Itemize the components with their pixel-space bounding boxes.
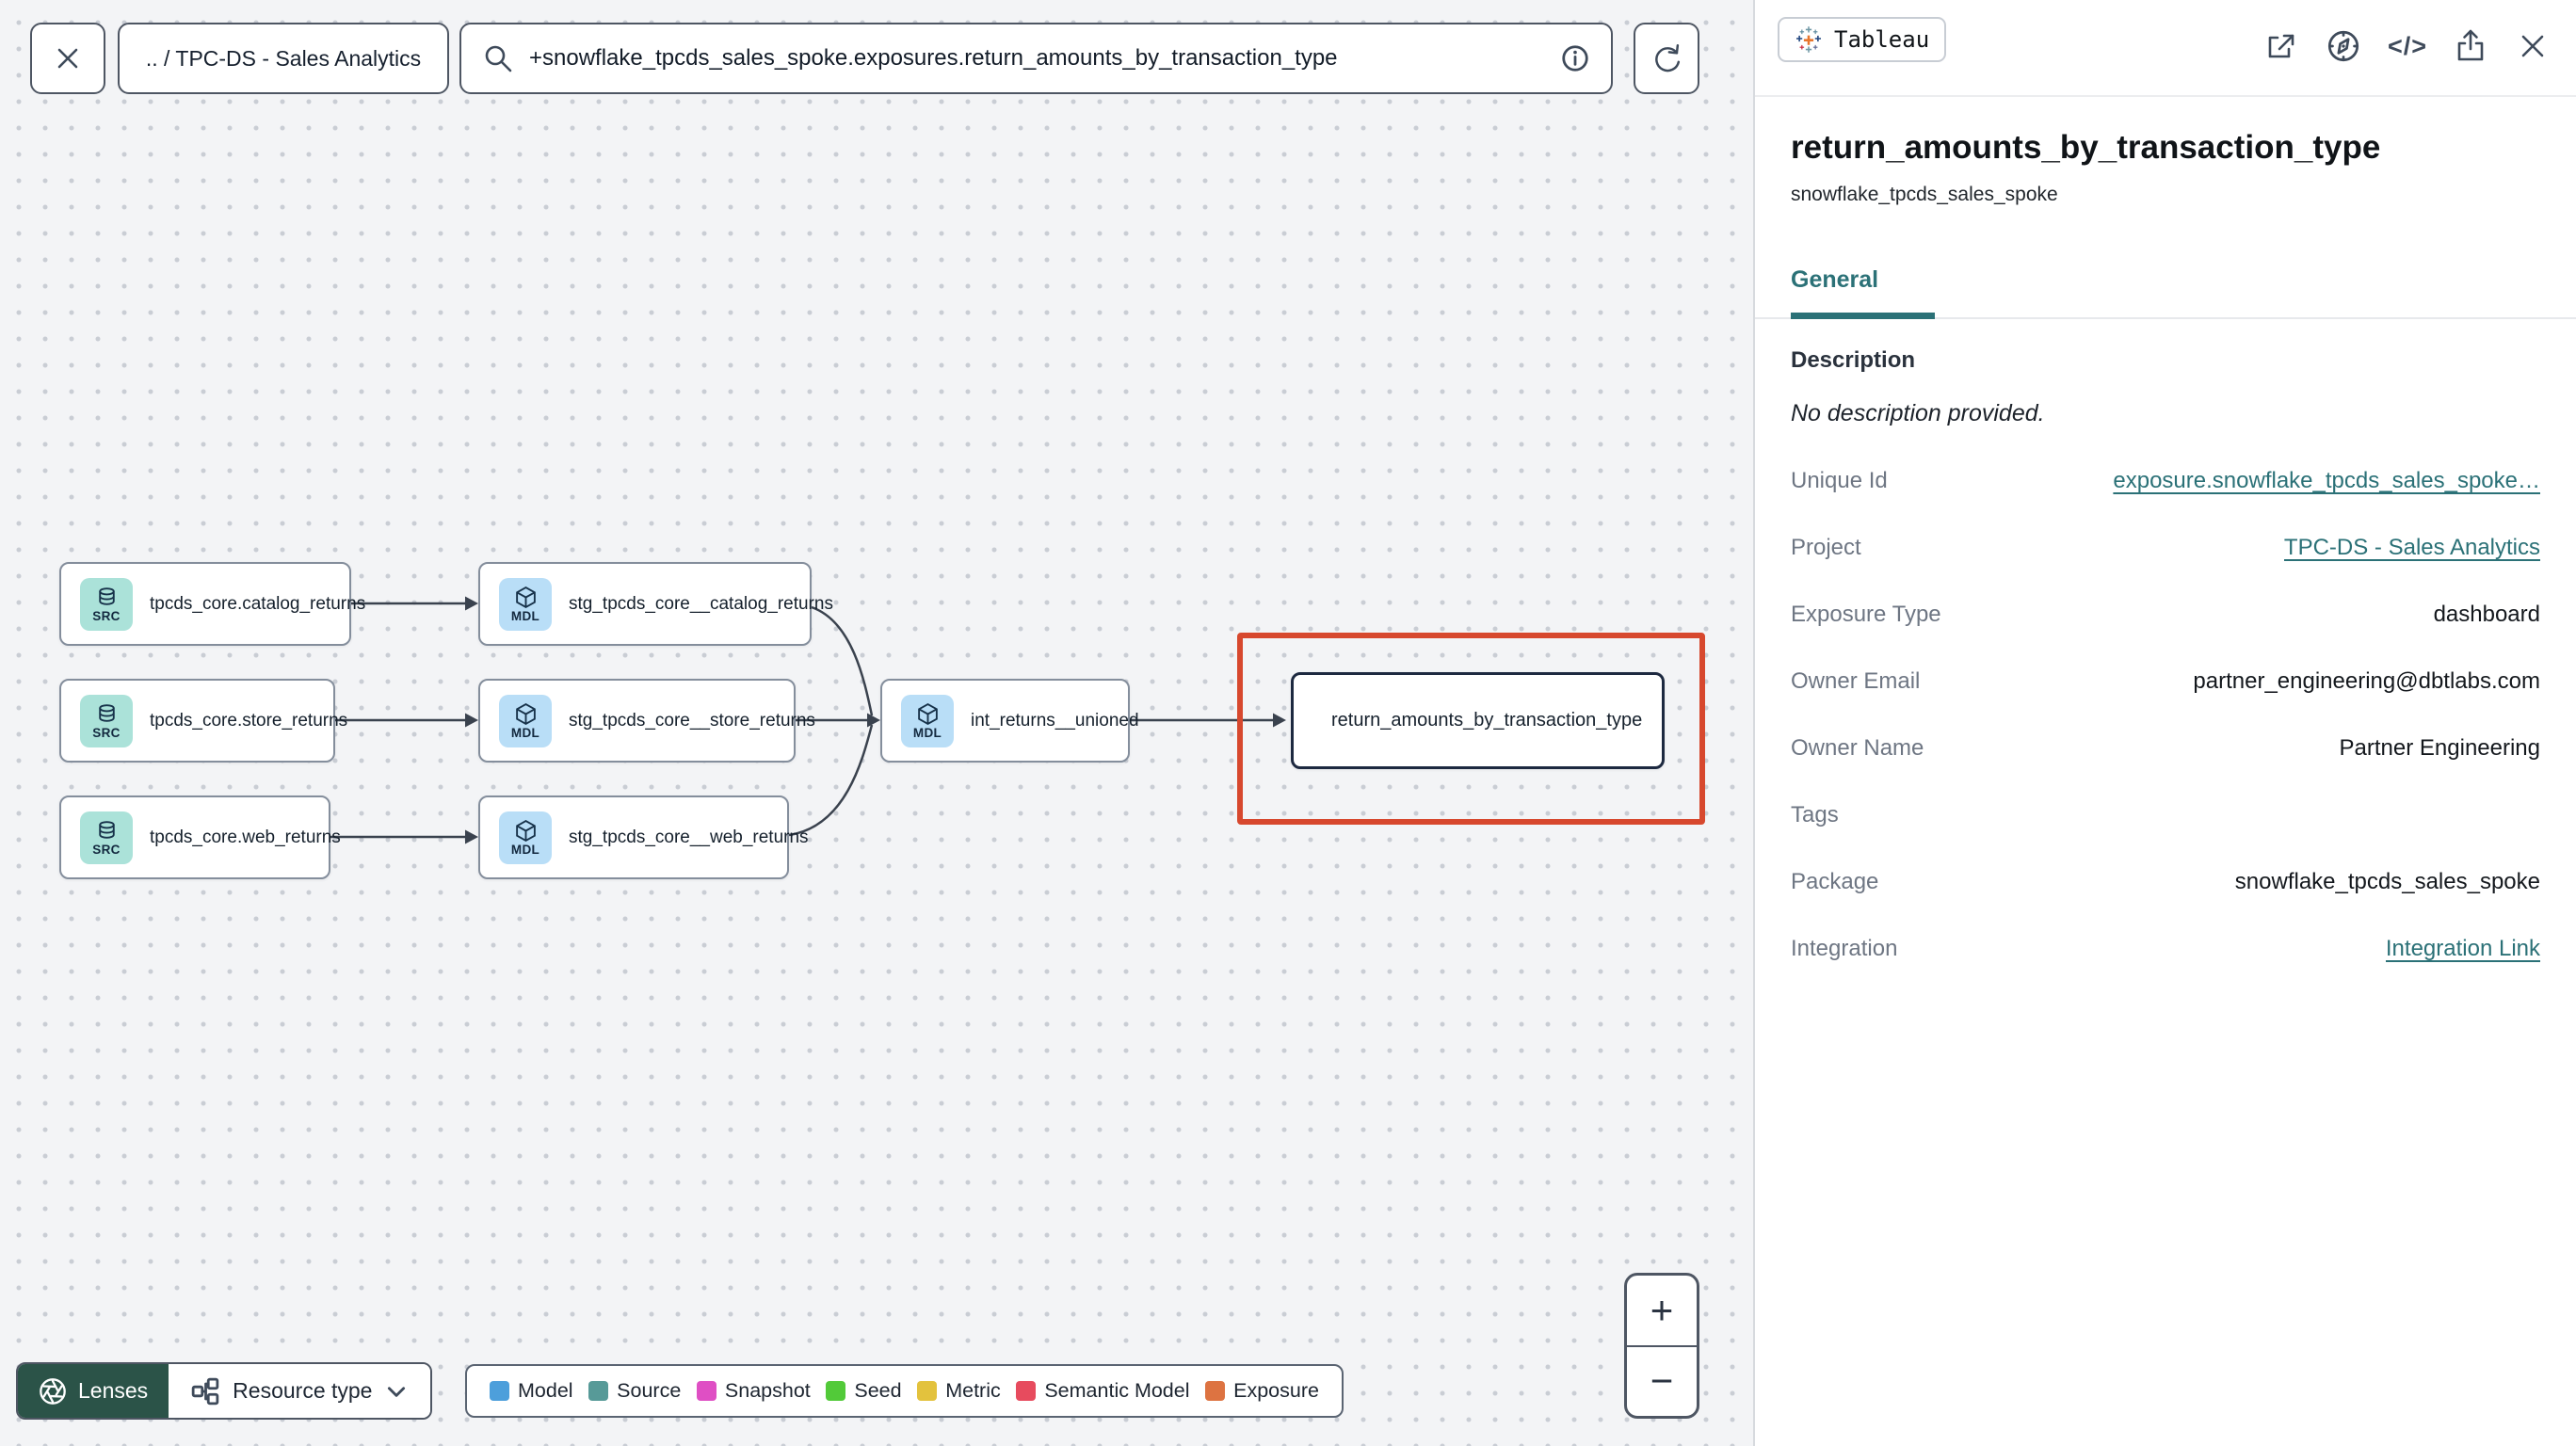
graph-node-stg-catalog-returns[interactable]: MDL stg_tpcds_core__catalog_returns (478, 562, 833, 646)
integration-badge-label: Tableau (1834, 26, 1930, 53)
legend-swatch-metric (917, 1381, 938, 1401)
legend-swatch-source (588, 1381, 609, 1401)
owner-email-value: partner_engineering@dbtlabs.com (2193, 668, 2540, 694)
graph-node-int-returns-unioned[interactable]: MDL int_returns__unioned (880, 679, 1139, 763)
node-label: tpcds_core.catalog_returns (150, 593, 366, 614)
detail-row-integration: Integration Integration Link (1791, 936, 2540, 962)
cube-icon (916, 702, 940, 726)
graph-node-stg-store-returns[interactable]: MDL stg_tpcds_core__store_returns (478, 679, 815, 763)
cube-icon (514, 586, 538, 609)
graph-node-stg-web-returns[interactable]: MDL stg_tpcds_core__web_returns (478, 795, 809, 879)
source-badge: SRC (80, 811, 133, 864)
source-badge: SRC (80, 694, 133, 747)
cube-icon (514, 702, 538, 726)
legend-item: Exposure (1205, 1379, 1319, 1403)
legend-item: Snapshot (696, 1379, 811, 1403)
zoom-out-button[interactable]: − (1627, 1347, 1697, 1417)
graph-node-exposure-selected[interactable]: return_amounts_by_transaction_type (1291, 672, 1665, 769)
aperture-icon (40, 1377, 66, 1405)
legend-swatch-model (490, 1381, 509, 1401)
graph-node-source-web-returns[interactable]: SRC tpcds_core.web_returns (59, 795, 341, 879)
description-label: Description (1791, 347, 1916, 373)
database-icon (95, 702, 119, 726)
breadcrumb[interactable]: .. / TPC-DS - Sales Analytics (118, 23, 449, 94)
node-label: stg_tpcds_core__catalog_returns (569, 593, 833, 614)
lenses-button[interactable]: Lenses (18, 1364, 169, 1418)
resource-type-dropdown[interactable]: Resource type (169, 1364, 431, 1418)
panel-body: Description No description provided. Uni… (1755, 319, 2576, 962)
zoom-controls: + − (1624, 1273, 1699, 1419)
sitemap-icon (191, 1377, 219, 1405)
zoom-in-button[interactable]: + (1627, 1276, 1697, 1347)
external-link-icon[interactable] (2262, 27, 2299, 65)
info-icon[interactable] (1560, 43, 1590, 73)
legend-item: Source (588, 1379, 681, 1403)
share-icon[interactable] (2452, 27, 2489, 65)
detail-row-exposure-type: Exposure Type dashboard (1791, 602, 2540, 627)
source-badge: SRC (80, 577, 133, 631)
legend-item: Seed (826, 1379, 902, 1403)
detail-row-package: Package snowflake_tpcds_sales_spoke (1791, 869, 2540, 894)
legend-item: Semantic Model (1016, 1379, 1190, 1403)
owner-name-value: Partner Engineering (2339, 735, 2540, 761)
close-panel-icon[interactable] (2514, 27, 2552, 65)
legend-swatch-semantic-model (1016, 1381, 1037, 1401)
node-label: tpcds_core.web_returns (150, 827, 341, 847)
database-icon (95, 586, 119, 609)
explore-compass-icon[interactable] (2324, 26, 2363, 66)
integration-badge: Tableau (1778, 17, 1947, 62)
refresh-icon (1655, 43, 1681, 72)
node-label: int_returns__unioned (971, 710, 1139, 731)
detail-row-owner-name: Owner Name Partner Engineering (1791, 735, 2540, 761)
legend-swatch-snapshot (696, 1381, 716, 1401)
legend-item: Metric (917, 1379, 1001, 1403)
legend-swatch-seed (826, 1381, 846, 1401)
lineage-canvas[interactable]: .. / TPC-DS - Sales Analytics +snowflake… (0, 0, 1753, 1446)
model-badge: MDL (499, 811, 552, 864)
page-title: return_amounts_by_transaction_type (1791, 129, 2381, 166)
resource-type-label: Resource type (233, 1378, 373, 1403)
project-link[interactable]: TPC-DS - Sales Analytics (2284, 535, 2540, 561)
database-icon (95, 819, 119, 843)
search-icon (485, 45, 512, 72)
package-value: snowflake_tpcds_sales_spoke (2234, 869, 2540, 894)
resource-type-legend: Model Source Snapshot Seed Metric Semant… (465, 1364, 1344, 1418)
node-label: stg_tpcds_core__store_returns (569, 710, 815, 731)
integration-link[interactable]: Integration Link (2386, 936, 2540, 962)
close-graph-button[interactable] (30, 23, 105, 94)
cube-icon (514, 819, 538, 843)
description-value: No description provided. (1791, 400, 2045, 426)
model-badge: MDL (499, 577, 552, 631)
search-value: +snowflake_tpcds_sales_spoke.exposures.r… (529, 45, 1338, 71)
legend-item: Model (490, 1379, 573, 1403)
detail-row-owner-email: Owner Email partner_engineering@dbtlabs.… (1791, 668, 2540, 694)
package-subtitle: snowflake_tpcds_sales_spoke (1791, 184, 2058, 205)
legend-swatch-exposure (1205, 1381, 1226, 1401)
chevron-down-icon (388, 1386, 406, 1397)
lenses-label: Lenses (78, 1378, 149, 1403)
unique-id-link[interactable]: exposure.snowflake_tpcds_sales_spoke… (2113, 468, 2540, 494)
tab-general[interactable]: General (1791, 266, 1936, 319)
tableau-icon (1795, 25, 1823, 54)
panel-actions: </> (2262, 26, 2552, 66)
graph-node-source-store-returns[interactable]: SRC tpcds_core.store_returns (59, 679, 347, 763)
model-badge: MDL (901, 694, 954, 747)
node-label: return_amounts_by_transaction_type (1331, 710, 1643, 731)
close-icon (57, 48, 78, 69)
node-label: stg_tpcds_core__web_returns (569, 827, 809, 847)
code-icon[interactable]: </> (2388, 32, 2427, 61)
search-input[interactable]: +snowflake_tpcds_sales_spoke.exposures.r… (459, 23, 1613, 94)
detail-row-tags: Tags (1791, 802, 1839, 827)
detail-row-unique-id: Unique Id exposure.snowflake_tpcds_sales… (1791, 468, 2540, 494)
node-label: tpcds_core.store_returns (150, 710, 348, 731)
lenses-control: Lenses Resource type (16, 1362, 433, 1420)
panel-tabs: General (1755, 266, 2576, 319)
refresh-button[interactable] (1634, 23, 1699, 94)
detail-row-project: Project TPC-DS - Sales Analytics (1791, 535, 2540, 561)
model-badge: MDL (499, 694, 552, 747)
graph-node-source-catalog-returns[interactable]: SRC tpcds_core.catalog_returns (59, 562, 365, 646)
panel-header: Tableau </> (1755, 0, 2576, 97)
resource-details-panel: Tableau </> return_amounts_by_transactio… (1753, 0, 2576, 1446)
exposure-type-value: dashboard (2433, 602, 2540, 627)
